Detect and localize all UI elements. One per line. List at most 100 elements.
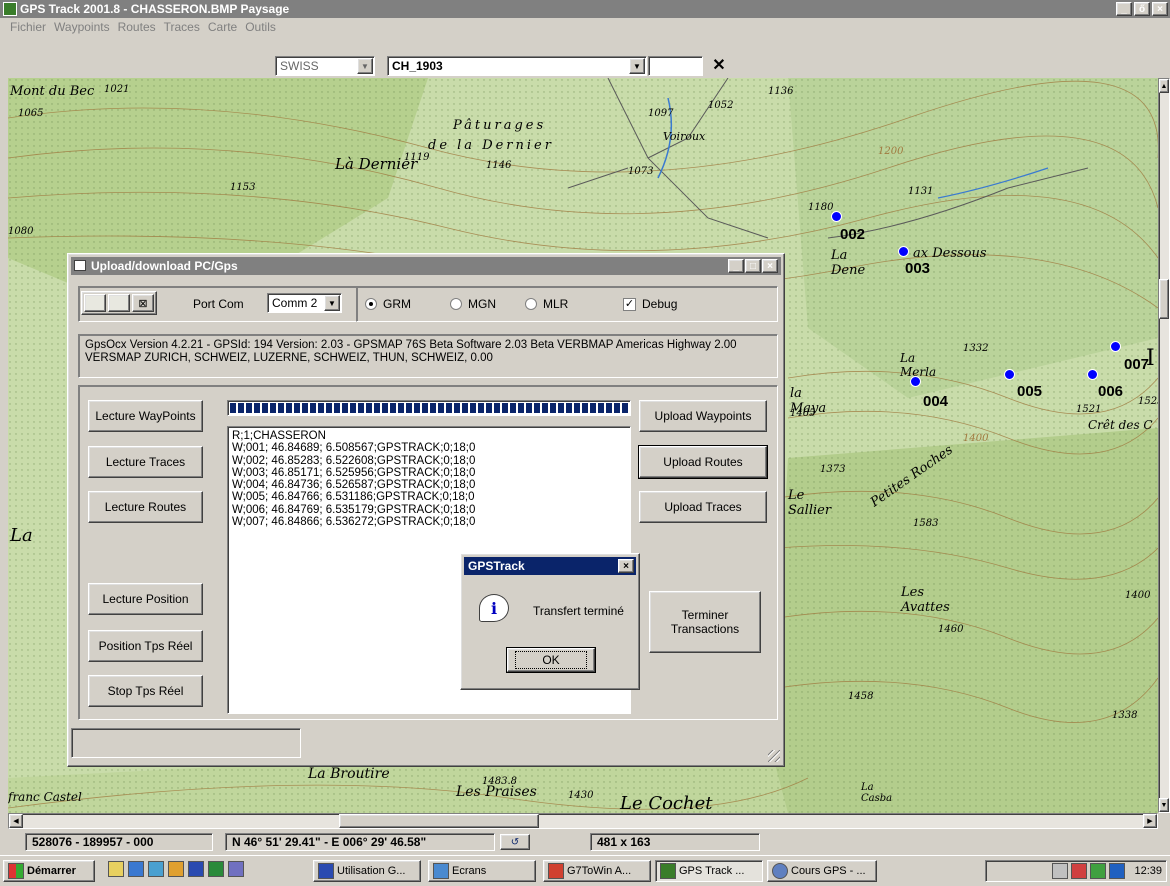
task-label: Utilisation G... bbox=[337, 865, 406, 877]
upload-routes-button[interactable]: Upload Routes bbox=[638, 445, 768, 479]
map-label: 1180 bbox=[808, 202, 834, 213]
windows-logo-icon bbox=[8, 863, 24, 879]
waypoint-marker[interactable] bbox=[831, 211, 842, 222]
scroll-up-icon[interactable]: ▲ bbox=[1159, 79, 1169, 93]
clear-button[interactable]: ✕ bbox=[708, 55, 730, 75]
desktop-icon[interactable] bbox=[108, 861, 124, 877]
dialog-close-button[interactable]: × bbox=[762, 259, 778, 273]
radio-mlr[interactable]: MLR bbox=[525, 297, 568, 311]
map-label: 1521 bbox=[1076, 404, 1102, 415]
waypoint-marker[interactable] bbox=[1087, 369, 1098, 380]
read-waypoints-button[interactable]: Lecture WayPoints bbox=[88, 400, 203, 432]
radio-grm[interactable]: GRM bbox=[365, 297, 411, 311]
close-button[interactable]: × bbox=[1152, 2, 1168, 16]
log-line: W;001; 46.84689; 6.508567;GPSTRACK;0;18;… bbox=[232, 442, 476, 455]
open-icon[interactable] bbox=[84, 294, 106, 312]
gpstrack-icon bbox=[660, 863, 676, 879]
stop-realtime-button[interactable]: Stop Tps Réel bbox=[88, 675, 203, 707]
menu-fichier[interactable]: Fichier bbox=[10, 20, 46, 34]
read-traces-button[interactable]: Lecture Traces bbox=[88, 446, 203, 478]
menu-traces[interactable]: Traces bbox=[164, 20, 200, 34]
radio-label: GRM bbox=[383, 297, 411, 311]
toolbar-field[interactable] bbox=[648, 56, 703, 76]
app-icon[interactable] bbox=[228, 861, 244, 877]
task-utilisation[interactable]: Utilisation G... bbox=[313, 860, 421, 882]
waypoint-label: 003 bbox=[905, 260, 931, 277]
network-icon[interactable] bbox=[1090, 863, 1107, 879]
tray-icon[interactable] bbox=[1071, 863, 1088, 879]
scroll-down-icon[interactable]: ▼ bbox=[1159, 798, 1169, 812]
terminate-transactions-button[interactable]: Terminer Transactions bbox=[649, 591, 761, 653]
ie-icon[interactable] bbox=[128, 861, 144, 877]
vertical-scrollbar[interactable]: ▲ ▼ bbox=[1158, 78, 1170, 813]
resize-grip[interactable] bbox=[768, 750, 780, 762]
map-label: 1146 bbox=[486, 160, 512, 171]
radio-icon[interactable] bbox=[525, 298, 537, 310]
chevron-down-icon[interactable]: ▼ bbox=[324, 295, 340, 311]
speaker-icon[interactable] bbox=[1052, 863, 1069, 879]
menu-outils[interactable]: Outils bbox=[245, 20, 276, 34]
scroll-thumb[interactable] bbox=[339, 814, 539, 828]
clock: 12:39 bbox=[1134, 865, 1162, 877]
read-position-button[interactable]: Lecture Position bbox=[88, 583, 203, 615]
menu-routes[interactable]: Routes bbox=[118, 20, 156, 34]
scroll-left-icon[interactable]: ◀ bbox=[9, 814, 23, 828]
map-label: 1065 bbox=[18, 108, 44, 119]
waypoint-label: 005 bbox=[1017, 383, 1043, 400]
chevron-down-icon[interactable]: ▼ bbox=[629, 58, 645, 74]
task-gpstrack[interactable]: GPS Track ... bbox=[655, 860, 763, 882]
refresh-icon[interactable]: ↺ bbox=[500, 834, 530, 850]
radio-mgn[interactable]: MGN bbox=[450, 297, 496, 311]
checkbox-icon[interactable]: ✓ bbox=[623, 297, 636, 311]
outlook-icon[interactable] bbox=[148, 861, 164, 877]
waypoint-marker[interactable] bbox=[898, 246, 909, 257]
map-label: 1338 bbox=[1112, 710, 1138, 721]
restore-button[interactable]: ő bbox=[1134, 2, 1150, 16]
waypoint-marker[interactable] bbox=[910, 376, 921, 387]
scroll-right-icon[interactable]: ▶ bbox=[1143, 814, 1157, 828]
datum-select[interactable]: CH_1903 ▼ bbox=[387, 56, 647, 76]
dialog-maximize-button[interactable]: □ bbox=[745, 259, 761, 273]
map-label: 1332 bbox=[963, 343, 989, 354]
task-g7towin[interactable]: G7ToWin A... bbox=[543, 860, 651, 882]
grid-select[interactable]: SWISS ▼ bbox=[275, 56, 375, 76]
port-select[interactable]: Comm 2 ▼ bbox=[267, 293, 342, 313]
chevron-down-icon[interactable]: ▼ bbox=[357, 58, 373, 74]
menu-carte[interactable]: Carte bbox=[208, 20, 237, 34]
task-label: G7ToWin A... bbox=[567, 865, 632, 877]
word-icon[interactable] bbox=[188, 861, 204, 877]
close-icon[interactable]: ⊠ bbox=[132, 294, 154, 312]
read-routes-button[interactable]: Lecture Routes bbox=[88, 491, 203, 523]
menu-waypoints[interactable]: Waypoints bbox=[54, 20, 110, 34]
map-label: 1460 bbox=[938, 624, 964, 635]
waypoint-marker[interactable] bbox=[1004, 369, 1015, 380]
bluetooth-icon[interactable] bbox=[1109, 863, 1126, 879]
upload-traces-button[interactable]: Upload Traces bbox=[639, 491, 767, 523]
log-line: W;007; 46.84866; 6.536272;GPSTRACK;0;18;… bbox=[232, 516, 476, 529]
radio-icon[interactable] bbox=[450, 298, 462, 310]
waypoint-label: 006 bbox=[1098, 383, 1124, 400]
browser-icon bbox=[772, 863, 788, 879]
delete-icon[interactable] bbox=[108, 294, 130, 312]
horizontal-scrollbar[interactable]: ◀ ▶ bbox=[8, 813, 1158, 829]
dialog-minimize-button[interactable]: _ bbox=[728, 259, 744, 273]
minimize-button[interactable]: _ bbox=[1116, 2, 1132, 16]
waypoint-marker[interactable] bbox=[1110, 341, 1121, 352]
task-ecrans[interactable]: Ecrans bbox=[428, 860, 536, 882]
radio-icon[interactable] bbox=[365, 298, 377, 310]
map-label: Le Cochet bbox=[620, 793, 713, 813]
message-close-button[interactable]: × bbox=[618, 559, 634, 573]
menu-bar: Fichier Waypoints Routes Traces Carte Ou… bbox=[0, 18, 1170, 36]
map-label: 1400 bbox=[1125, 590, 1151, 601]
map-label: 1400 bbox=[963, 433, 989, 444]
start-button[interactable]: Démarrer bbox=[3, 860, 95, 882]
excel-icon[interactable] bbox=[208, 861, 224, 877]
scroll-thumb[interactable] bbox=[1159, 279, 1169, 319]
realtime-position-button[interactable]: Position Tps Réel bbox=[88, 630, 203, 662]
ok-button[interactable]: OK bbox=[506, 647, 596, 673]
map-label: 1373 bbox=[820, 464, 846, 475]
upload-waypoints-button[interactable]: Upload Waypoints bbox=[639, 400, 767, 432]
media-icon[interactable] bbox=[168, 861, 184, 877]
task-cours-gps[interactable]: Cours GPS - ... bbox=[767, 860, 877, 882]
debug-checkbox[interactable]: ✓ Debug bbox=[623, 297, 677, 311]
